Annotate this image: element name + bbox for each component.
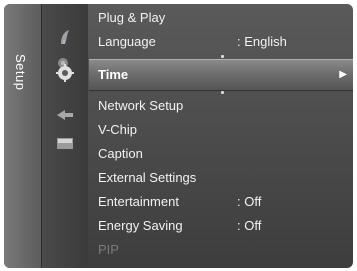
setup-gear-icon[interactable]	[55, 64, 75, 82]
menu-item-label: Caption	[98, 146, 143, 161]
menu-item-label: Plug & Play	[98, 10, 166, 25]
setup-menu-list: Plug & Play Language : English Time ▶ Ne…	[89, 4, 353, 268]
menu-item-network-setup[interactable]: Network Setup	[89, 94, 353, 118]
menu-item-entertainment[interactable]: Entertainment : Off	[89, 190, 353, 214]
language-value: : English	[237, 34, 287, 49]
menu-item-language[interactable]: Language : English	[89, 30, 353, 54]
input-icon[interactable]	[55, 106, 75, 124]
menu-item-label: Energy Saving	[98, 218, 183, 233]
picture-icon[interactable]	[55, 28, 75, 46]
menu-item-label: External Settings	[98, 170, 197, 185]
menu-item-energy-saving[interactable]: Energy Saving : Off	[89, 214, 353, 238]
scroll-up-dot	[221, 55, 224, 58]
menu-item-plug-and-play[interactable]: Plug & Play	[89, 6, 353, 30]
menu-item-external-settings[interactable]: External Settings	[89, 166, 353, 190]
menu-item-label: Network Setup	[98, 98, 184, 113]
side-tab-label: Setup	[13, 54, 28, 91]
application-icon[interactable]	[55, 134, 75, 152]
menu-item-label: Language	[98, 34, 156, 49]
menu-item-time[interactable]: Time ▶	[89, 59, 353, 91]
menu-item-v-chip[interactable]: V-Chip	[89, 118, 353, 142]
tv-menu-panel: Setup Plug & Play Language: English Tim…	[4, 4, 353, 268]
entertainment-value: : Off	[237, 194, 262, 209]
category-icon-column	[42, 4, 88, 268]
menu-item-label: Entertainment	[98, 194, 179, 209]
energy-saving-value: : Off	[237, 218, 262, 233]
side-tab: Setup	[4, 4, 42, 268]
menu-item-label: PIP	[98, 242, 119, 257]
submenu-arrow-icon: ▶	[339, 69, 347, 80]
menu-item-pip: PIP	[89, 238, 353, 262]
menu-item-label: V-Chip	[98, 122, 138, 137]
menu-item-caption[interactable]: Caption	[89, 142, 353, 166]
menu-item-label: Time	[98, 67, 129, 82]
